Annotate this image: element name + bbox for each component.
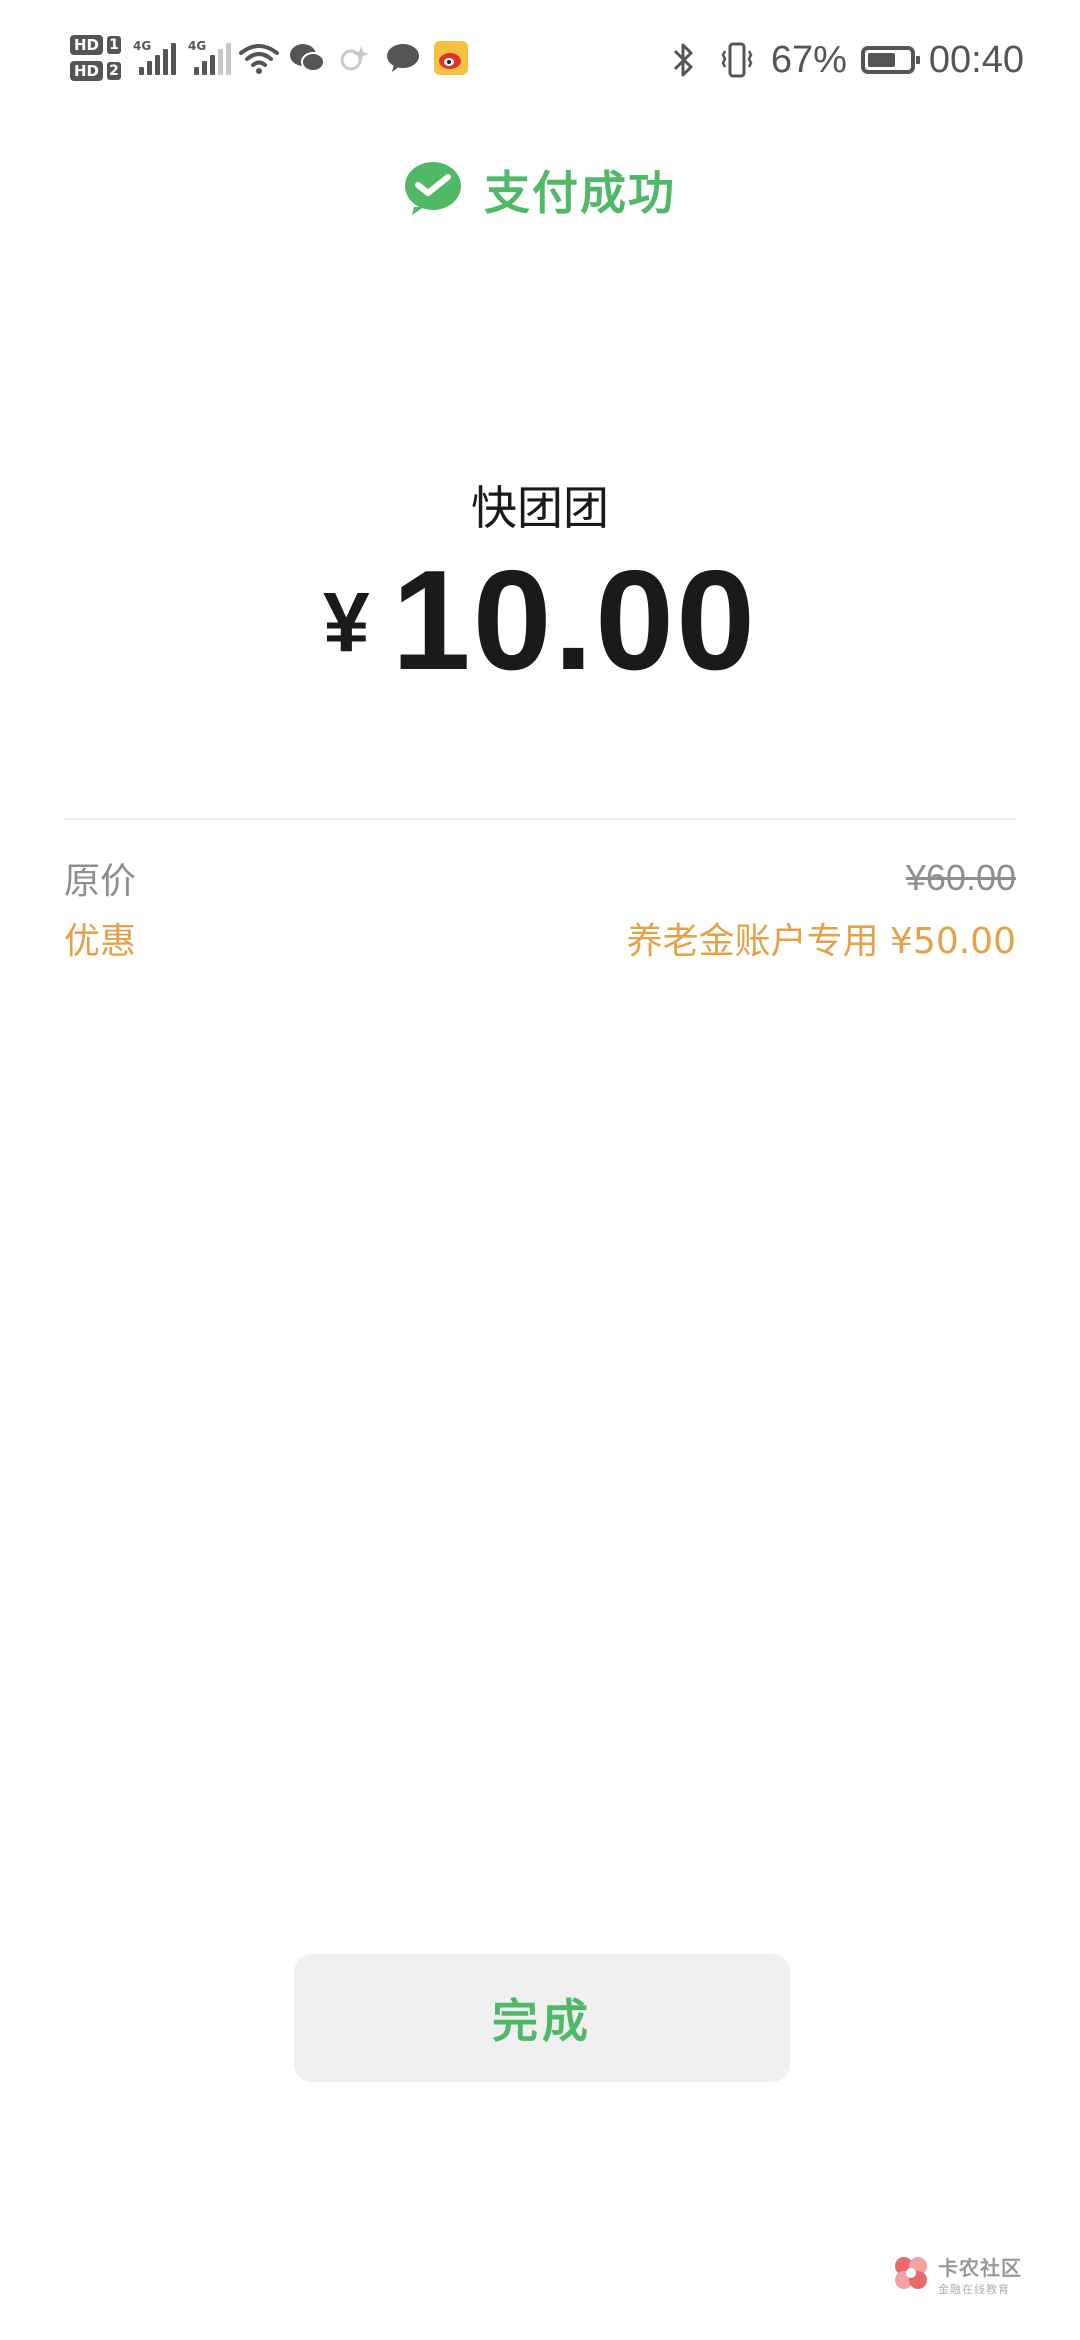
discount-label: 优惠 (64, 921, 137, 962)
watermark-title: 卡农社区 (938, 2256, 1022, 2280)
status-right: 67% 00:40 (663, 34, 1024, 86)
status-bar: HD 1 HD 2 4G 4G 67% 00:40 (0, 0, 1080, 120)
sim2-number: 2 (107, 62, 122, 80)
status-left: HD 1 HD 2 4G 4G (70, 28, 471, 88)
original-price-row: 原价 ¥60.00 (64, 852, 1016, 904)
page-title: 支付成功 (484, 166, 676, 220)
network-type: 4G (133, 39, 152, 53)
original-price-label: 原价 (64, 861, 137, 902)
merchant-name: 快团团 (471, 481, 609, 535)
divider (64, 818, 1016, 820)
bluetooth-icon (663, 40, 703, 80)
wechat-icon (287, 38, 327, 78)
currency-symbol: ¥ (322, 575, 370, 669)
sim1-number: 1 (107, 36, 122, 54)
battery-level (867, 53, 895, 67)
watermark: 卡农社区 金融在线教育 (892, 2252, 1022, 2297)
network-type: 4G (188, 39, 207, 53)
battery-percent: 67% (770, 38, 847, 81)
signal-icon: 4G (188, 39, 232, 75)
message-icon (383, 38, 423, 78)
original-price-value: ¥60.00 (905, 857, 1016, 898)
battery-icon (860, 46, 920, 74)
hd-badge: HD (70, 61, 104, 81)
weibo-icon (431, 38, 471, 78)
done-button[interactable]: 完成 (294, 1954, 790, 2082)
sim-indicators: HD 1 HD 2 (70, 35, 122, 81)
discount-value: 养老金账户专用 ¥50.00 (626, 921, 1016, 962)
watermark-logo-icon (892, 2254, 930, 2296)
payment-amount: ¥ 10.00 (0, 550, 1080, 692)
done-button-label: 完成 (492, 1995, 592, 2047)
wifi-icon (239, 38, 280, 78)
wechat-pay-icon (404, 161, 462, 219)
amount-value: 10.00 (391, 541, 758, 700)
discount-row: 优惠 养老金账户专用 ¥50.00 (64, 912, 1016, 964)
sparkle-icon (335, 38, 375, 78)
vibrate-icon (717, 40, 757, 80)
hd-badge: HD (70, 35, 104, 55)
payment-header: 支付成功 (0, 150, 1080, 230)
watermark-subtitle: 金融在线教育 (938, 2283, 1010, 2296)
signal-icon: 4G (133, 39, 177, 75)
status-time: 00:40 (928, 38, 1024, 81)
